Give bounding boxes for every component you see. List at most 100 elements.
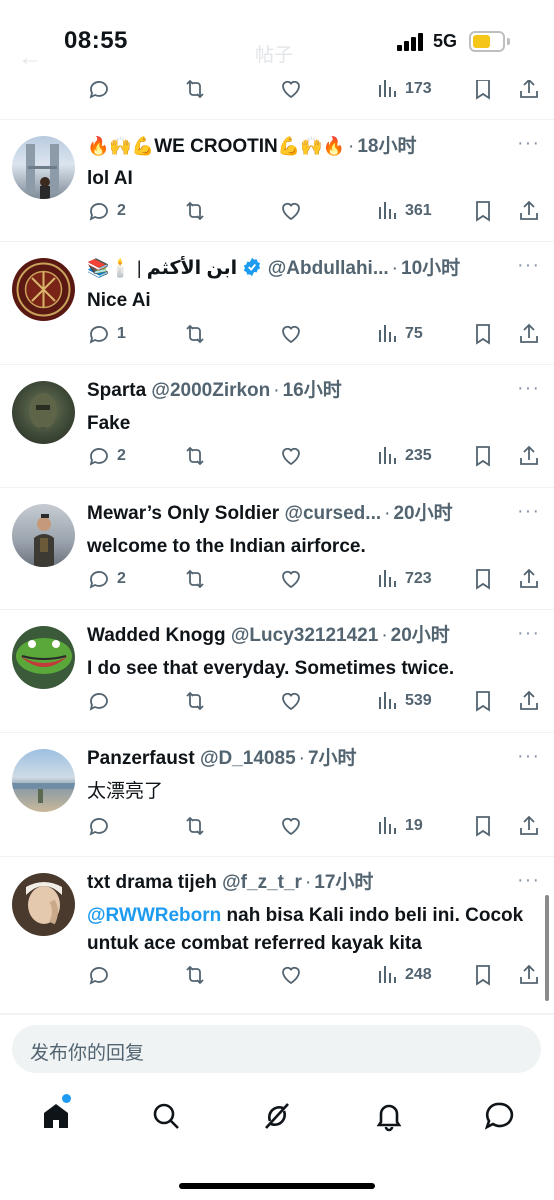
bookmark-icon: [476, 324, 490, 345]
handle[interactable]: @2000Zirkon: [151, 380, 270, 401]
views-button[interactable]: 539: [375, 686, 432, 716]
tab-messages[interactable]: [483, 1100, 515, 1132]
display-name[interactable]: Wadded Knogg: [87, 625, 226, 646]
more-options-icon[interactable]: ···: [517, 500, 540, 523]
bookmark-icon: [476, 816, 490, 837]
share-button[interactable]: [517, 196, 541, 226]
like-button[interactable]: [279, 196, 303, 226]
bookmark-button[interactable]: [471, 319, 495, 349]
reply-button[interactable]: 1: [87, 319, 126, 349]
bookmark-button[interactable]: [471, 441, 495, 471]
bookmark-button[interactable]: [471, 564, 495, 594]
timestamp[interactable]: 16小时: [283, 380, 342, 401]
handle[interactable]: @Lucy32121421: [231, 625, 378, 646]
handle[interactable]: @D_14085: [200, 748, 296, 769]
like-button[interactable]: [279, 441, 303, 471]
tweet[interactable]: Mewar’s Only Soldier @cursed... · 20小时 ···…: [0, 488, 554, 610]
like-button[interactable]: [279, 686, 303, 716]
avatar[interactable]: [12, 504, 75, 567]
timestamp[interactable]: 17小时: [314, 872, 373, 893]
like-button[interactable]: [279, 564, 303, 594]
views-button[interactable]: 19: [375, 811, 423, 841]
more-options-icon[interactable]: ···: [517, 377, 540, 400]
avatar[interactable]: [12, 749, 75, 812]
repost-button[interactable]: [183, 564, 207, 594]
bookmark-button[interactable]: [471, 811, 495, 841]
avatar[interactable]: [12, 381, 75, 444]
views-button[interactable]: 75: [375, 319, 423, 349]
heart-icon: [282, 80, 300, 99]
bookmark-button[interactable]: [471, 196, 495, 226]
tweet[interactable]: Wadded Knogg @Lucy32121421 · 20小时 ··· I do…: [0, 610, 554, 733]
views-button[interactable]: 723: [375, 564, 432, 594]
avatar[interactable]: [12, 873, 75, 936]
repost-button[interactable]: [183, 441, 207, 471]
share-button[interactable]: [517, 441, 541, 471]
timestamp[interactable]: 20小时: [391, 625, 450, 646]
handle[interactable]: @f_z_t_r: [222, 872, 302, 893]
share-button[interactable]: [517, 811, 541, 841]
display-name[interactable]: Panzerfaust: [87, 748, 195, 769]
display-name[interactable]: WE CROOTIN: [154, 136, 278, 157]
timestamp[interactable]: 10小时: [401, 258, 460, 279]
views-button[interactable]: 248: [375, 960, 432, 990]
avatar[interactable]: [12, 626, 75, 689]
more-options-icon[interactable]: ···: [517, 622, 540, 645]
timestamp[interactable]: 18小时: [357, 136, 416, 157]
like-button[interactable]: [279, 960, 303, 990]
tweet[interactable]: txt drama tijeh @f_z_t_r · 17小时 ··· @RWWRe…: [0, 857, 554, 1014]
display-name[interactable]: Sparta: [87, 380, 146, 401]
repost-button[interactable]: [183, 319, 207, 349]
display-name[interactable]: Mewar’s Only Soldier: [87, 503, 279, 524]
tab-notifications[interactable]: [373, 1100, 405, 1132]
bookmark-button[interactable]: [471, 960, 495, 990]
home-indicator[interactable]: [179, 1183, 375, 1189]
repost-button[interactable]: [183, 686, 207, 716]
reply-button[interactable]: 2: [87, 564, 126, 594]
tweet-text: Fake: [87, 413, 131, 434]
reply-input[interactable]: 发布你的回复: [12, 1025, 541, 1073]
repost-button[interactable]: [183, 811, 207, 841]
views-button[interactable]: 361: [375, 196, 432, 226]
display-name[interactable]: ابن الأكثم: [147, 258, 237, 279]
views-button[interactable]: 235: [375, 441, 432, 471]
repost-button[interactable]: [183, 960, 207, 990]
tab-search[interactable]: [150, 1100, 182, 1132]
reply-button[interactable]: [87, 960, 111, 990]
share-icon: [520, 690, 538, 710]
tweet-actions: 19: [87, 811, 542, 841]
handle[interactable]: @cursed...: [284, 503, 381, 524]
back-arrow-icon[interactable]: ←: [18, 44, 42, 72]
timestamp[interactable]: 20小时: [393, 503, 452, 524]
tab-grok[interactable]: [261, 1100, 293, 1132]
heart-icon: [282, 570, 300, 589]
share-button[interactable]: [517, 319, 541, 349]
bookmark-button[interactable]: [471, 686, 495, 716]
repost-button[interactable]: [183, 196, 207, 226]
reply-button[interactable]: 2: [87, 196, 126, 226]
share-button[interactable]: [517, 564, 541, 594]
avatar[interactable]: [12, 136, 75, 199]
like-button[interactable]: [279, 811, 303, 841]
handle[interactable]: @Abdullahi...: [268, 258, 389, 279]
timestamp[interactable]: 7小时: [308, 748, 357, 769]
share-button[interactable]: [517, 960, 541, 990]
reply-button[interactable]: [87, 686, 111, 716]
tweet[interactable]: Panzerfaust @D_14085 · 7小时 ··· 太漂亮了 19: [0, 733, 554, 857]
tweet[interactable]: 🔥🙌💪WE CROOTIN💪🙌🔥 · 18小时 ··· lol AI 2 361: [0, 120, 554, 242]
tweet[interactable]: 📚🕯️ | ابن الأكثم @Abdullahi... · 10小时 ··· …: [0, 242, 554, 365]
mention-link[interactable]: @RWWReborn: [87, 905, 221, 926]
reply-button[interactable]: [87, 811, 111, 841]
more-options-icon[interactable]: ···: [517, 132, 540, 155]
more-options-icon[interactable]: ···: [517, 254, 540, 277]
like-button[interactable]: [279, 319, 303, 349]
avatar[interactable]: [12, 258, 75, 321]
more-options-icon[interactable]: ···: [517, 869, 540, 892]
share-button[interactable]: [517, 686, 541, 716]
tweet[interactable]: Sparta @2000Zirkon · 16小时 ··· Fake 2 235: [0, 365, 554, 488]
scrollbar[interactable]: [545, 895, 549, 1001]
more-options-icon[interactable]: ···: [517, 745, 540, 768]
display-name[interactable]: txt drama tijeh: [87, 872, 217, 893]
tab-home[interactable]: [40, 1100, 72, 1132]
reply-button[interactable]: 2: [87, 441, 126, 471]
